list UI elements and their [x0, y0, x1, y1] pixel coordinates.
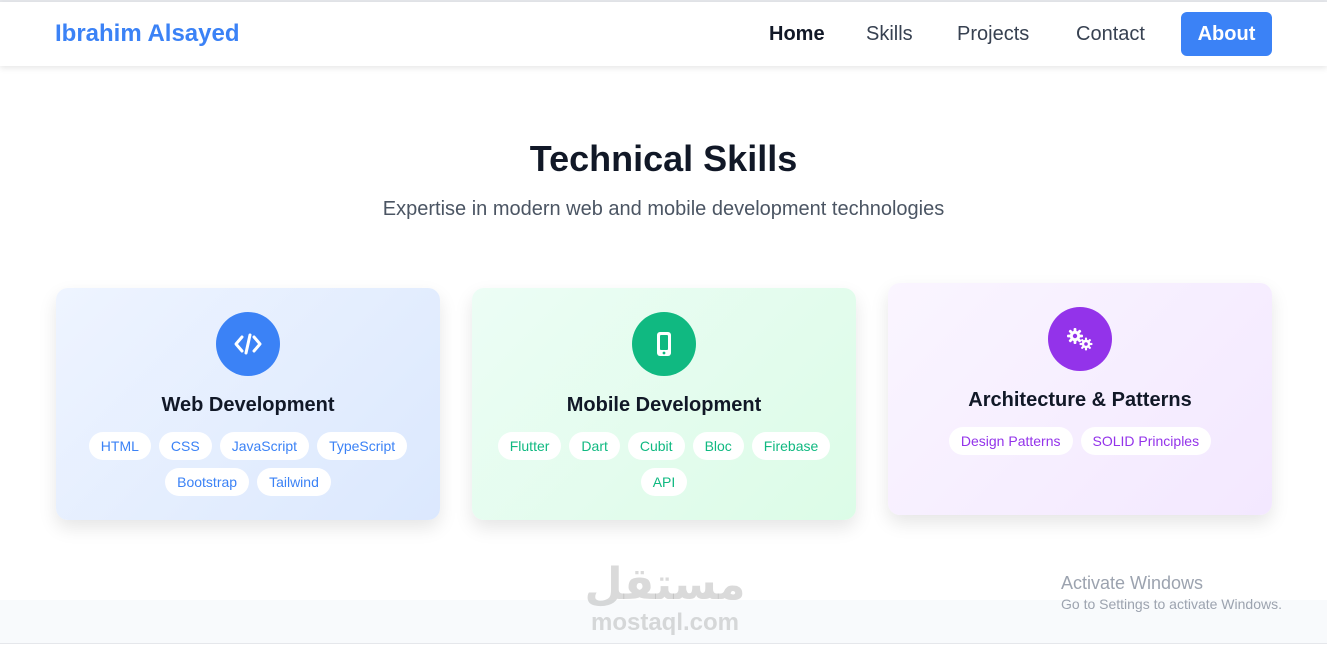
watermark-arabic: مستقل: [584, 559, 746, 610]
tag-list: HTML CSS JavaScript TypeScript Bootstrap…: [76, 432, 420, 496]
activate-windows-overlay: Activate Windows Go to Settings to activ…: [1061, 572, 1282, 614]
mobile-phone-icon: [632, 312, 696, 376]
skill-tag: CSS: [158, 432, 212, 460]
skill-tag: Firebase: [751, 432, 831, 460]
skill-tag: SOLID Principles: [1080, 427, 1212, 455]
skill-tag: Design Patterns: [948, 427, 1073, 455]
skill-tag: HTML: [88, 432, 151, 460]
section-subtitle: Expertise in modern web and mobile devel…: [382, 198, 945, 220]
skill-tag: Bloc: [692, 432, 744, 460]
navbar: Ibrahim Alsayed Home Skills Projects Con…: [0, 2, 1327, 66]
brand-logo-link[interactable]: Ibrahim Alsayed: [55, 20, 240, 48]
about-button[interactable]: About: [1181, 12, 1272, 56]
skill-tag: TypeScript: [317, 432, 408, 460]
section-title: Technical Skills: [529, 138, 798, 179]
skill-tag: Tailwind: [257, 468, 331, 496]
tag-list: Design Patterns SOLID Principles: [908, 427, 1252, 455]
nav-link-projects[interactable]: Projects: [957, 22, 1029, 46]
skill-tag: API: [640, 468, 688, 496]
activate-windows-title: Activate Windows: [1061, 573, 1204, 593]
mostaql-watermark: مستقل mostaql.com: [560, 560, 770, 636]
skill-tag: Flutter: [497, 432, 562, 460]
activate-windows-hint: Go to Settings to activate Windows.: [1061, 596, 1282, 612]
skill-tag: Cubit: [627, 432, 685, 460]
skill-tag: Dart: [569, 432, 620, 460]
skill-card-architecture: Architecture & Patterns Design Patterns …: [888, 283, 1272, 515]
watermark-latin: mostaql.com: [590, 609, 740, 636]
card-title: Mobile Development: [566, 394, 762, 416]
nav-link-contact[interactable]: Contact: [1076, 22, 1145, 46]
nav-link-skills[interactable]: Skills: [866, 22, 913, 46]
skill-card-mobile: Mobile Development Flutter Dart Cubit Bl…: [472, 288, 856, 520]
card-title: Architecture & Patterns: [968, 389, 1192, 411]
card-title: Web Development: [161, 394, 335, 416]
code-icon: [216, 312, 280, 376]
cogs-icon: [1048, 307, 1112, 371]
nav-link-home[interactable]: Home: [769, 22, 825, 46]
skill-tag: JavaScript: [219, 432, 310, 460]
skill-card-web: Web Development HTML CSS JavaScript Type…: [56, 288, 440, 520]
skill-tag: Bootstrap: [165, 468, 250, 496]
tag-list: Flutter Dart Cubit Bloc Firebase API: [492, 432, 836, 496]
